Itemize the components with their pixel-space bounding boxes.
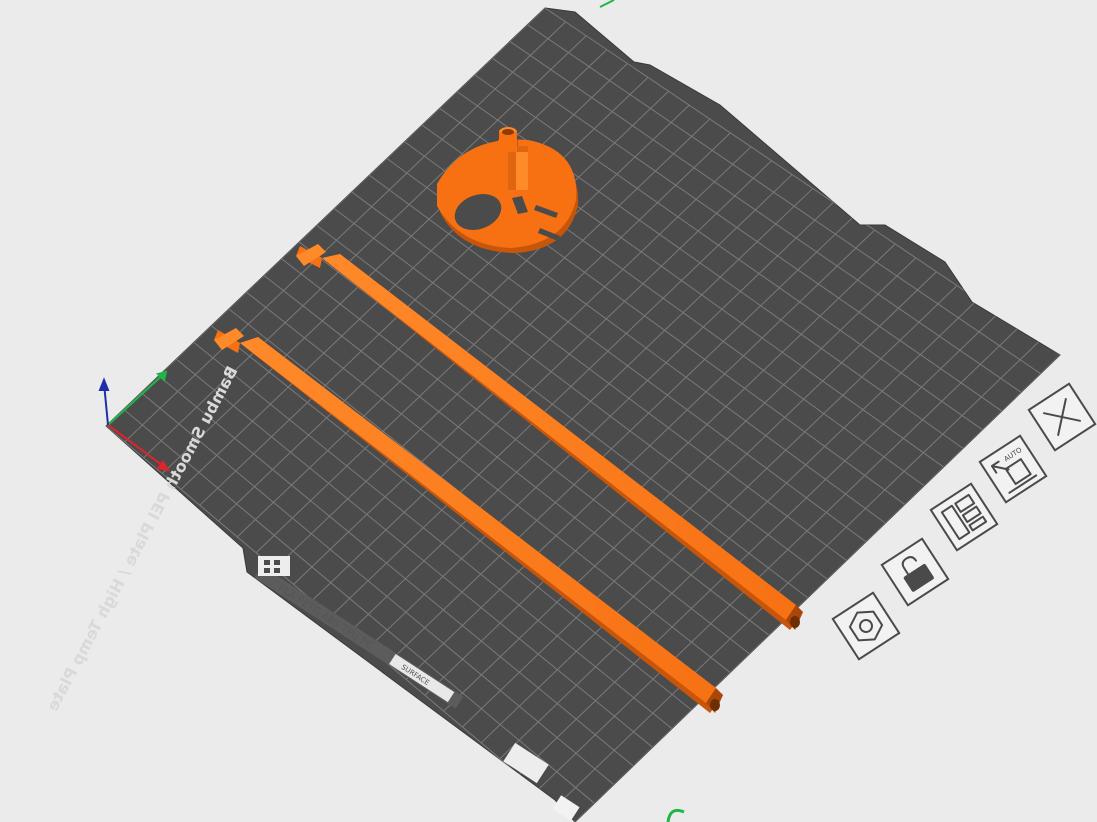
build-plate[interactable] [105,7,1061,822]
auto-orient-button[interactable]: AUTO [978,434,1048,504]
plate-settings-button[interactable] [831,591,901,661]
origin-marker [666,808,685,822]
arrange-button[interactable] [929,482,999,552]
3d-viewport[interactable]: Bambu Smooth PEI Plate / High Temp Plate… [0,0,1097,822]
y-axis-extension [599,0,615,8]
lock-plate-button[interactable] [880,537,950,607]
plate-corner-marker [258,556,290,576]
z-axis-arrow [98,377,110,391]
close-plate-button[interactable] [1027,382,1097,452]
